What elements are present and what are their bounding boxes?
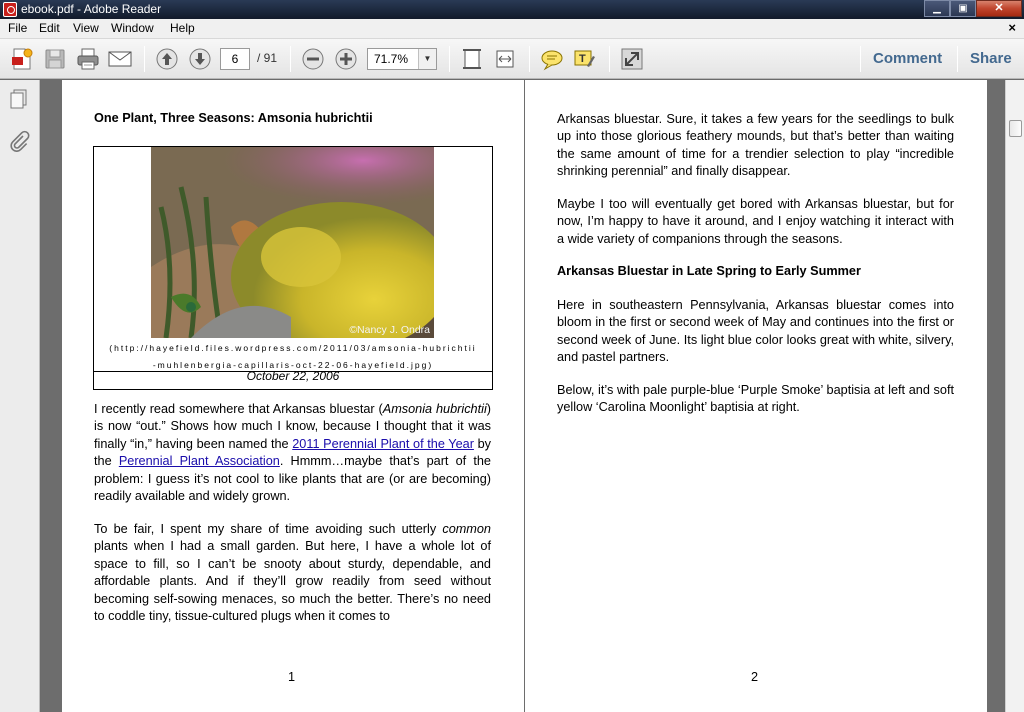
perennial-plant-of-year-link[interactable]: 2011 Perennial Plant of the Year bbox=[292, 437, 474, 451]
chevron-down-icon[interactable]: ▼ bbox=[418, 49, 436, 69]
toolbar: 6 / 91 71.7% ▼ T Comment Share bbox=[0, 39, 1024, 79]
menu-window[interactable]: Window bbox=[111, 21, 154, 35]
menu-edit[interactable]: Edit bbox=[39, 21, 60, 35]
paragraph: Arkansas bluestar. Sure, it takes a few … bbox=[557, 112, 954, 179]
sticky-note-icon[interactable] bbox=[540, 47, 564, 71]
adobe-reader-icon bbox=[3, 2, 17, 17]
toolbar-separator bbox=[609, 46, 610, 72]
zoom-value: 71.7% bbox=[374, 52, 409, 66]
toolbar-separator bbox=[144, 46, 145, 72]
garden-photo: ©Nancy J. Ondra bbox=[151, 147, 434, 338]
page-thumbnails-icon[interactable] bbox=[8, 88, 30, 110]
vertical-scrollbar[interactable] bbox=[1005, 80, 1024, 712]
pdf-page-2: Arkansas bluestar. Sure, it takes a few … bbox=[525, 80, 987, 712]
print-icon[interactable] bbox=[76, 47, 100, 71]
paragraph: I recently read somewhere that Arkansas … bbox=[94, 401, 491, 505]
toolbar-separator bbox=[449, 46, 450, 72]
menu-view[interactable]: View bbox=[73, 21, 99, 35]
fit-width-icon[interactable] bbox=[493, 47, 517, 71]
perennial-plant-association-link[interactable]: Perennial Plant Association bbox=[119, 454, 280, 468]
fit-page-icon[interactable] bbox=[460, 47, 484, 71]
paragraph: Below, it’s with pale purple-blue ‘Purpl… bbox=[557, 383, 954, 415]
toolbar-separator bbox=[529, 46, 530, 72]
email-icon[interactable] bbox=[108, 47, 132, 71]
page-number-input[interactable]: 6 bbox=[220, 48, 250, 70]
text-run-italic: common bbox=[442, 522, 491, 536]
menu-file[interactable]: File bbox=[8, 21, 27, 35]
create-pdf-icon[interactable] bbox=[10, 47, 34, 71]
scrollbar-thumb[interactable] bbox=[1009, 120, 1022, 137]
page-number: 2 bbox=[751, 670, 759, 684]
text-run-italic: Amsonia hubrichtii bbox=[382, 402, 487, 416]
svg-text:T: T bbox=[579, 53, 586, 65]
menu-bar: File Edit View Window Help × bbox=[0, 19, 1024, 39]
pdf-page-1: One Plant, Three Seasons: Amsonia hubric… bbox=[62, 80, 524, 712]
next-page-icon[interactable] bbox=[188, 47, 212, 71]
attachments-icon[interactable] bbox=[8, 130, 30, 152]
text-run: I recently read somewhere that Arkansas … bbox=[94, 402, 383, 416]
paragraph: Here in southeastern Pennsylvania, Arkan… bbox=[557, 298, 954, 365]
menu-help[interactable]: Help bbox=[170, 21, 195, 35]
zoom-in-icon[interactable] bbox=[334, 47, 358, 71]
window-controls: ▁ ▣ ✕ bbox=[924, 0, 1022, 17]
article-title: One Plant, Three Seasons: Amsonia hubric… bbox=[94, 111, 373, 125]
highlight-text-icon[interactable]: T bbox=[573, 47, 597, 71]
text-run: To be fair, I spent my share of time avo… bbox=[94, 522, 443, 536]
zoom-select[interactable]: 71.7% ▼ bbox=[367, 48, 437, 70]
close-button[interactable]: ✕ bbox=[976, 0, 1022, 17]
full-screen-icon[interactable] bbox=[620, 47, 644, 71]
title-bar: ebook.pdf - Adobe Reader ▁ ▣ ✕ bbox=[0, 0, 1024, 19]
navigation-panel bbox=[0, 80, 40, 712]
paragraph: To be fair, I spent my share of time avo… bbox=[94, 521, 491, 625]
document-close-icon[interactable]: × bbox=[1008, 20, 1016, 35]
zoom-out-icon[interactable] bbox=[301, 47, 325, 71]
section-heading: Arkansas Bluestar in Late Spring to Earl… bbox=[557, 264, 861, 278]
share-button[interactable]: Share bbox=[970, 50, 1012, 67]
figure-url-line-1: (http://hayefield.files.wordpress.com/20… bbox=[109, 343, 477, 353]
page-total: / 91 bbox=[257, 51, 278, 65]
photo-credit: ©Nancy J. Ondra bbox=[349, 324, 430, 336]
figure-date: October 22, 2006 bbox=[246, 369, 340, 383]
paragraph: Maybe I too will eventually get bored wi… bbox=[557, 197, 954, 246]
toolbar-separator bbox=[957, 46, 958, 72]
toolbar-separator bbox=[290, 46, 291, 72]
minimize-button[interactable]: ▁ bbox=[924, 0, 950, 17]
window-title: ebook.pdf - Adobe Reader bbox=[21, 2, 162, 16]
figure: ©Nancy J. Ondra (http://hayefield.files.… bbox=[93, 146, 493, 390]
text-run: plants when I had a small garden. But he… bbox=[94, 539, 491, 624]
maximize-button[interactable]: ▣ bbox=[950, 0, 976, 17]
save-icon[interactable] bbox=[43, 47, 67, 71]
previous-page-icon[interactable] bbox=[155, 47, 179, 71]
page-number: 1 bbox=[288, 670, 296, 684]
toolbar-separator bbox=[860, 46, 861, 72]
comment-button[interactable]: Comment bbox=[873, 50, 942, 67]
